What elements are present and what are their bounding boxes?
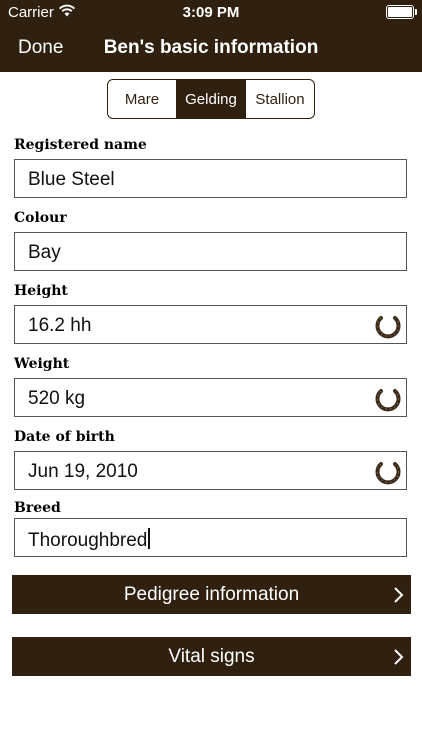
breed-field[interactable]: Thoroughbred	[14, 518, 407, 557]
navigation-bar: Carrier 3:09 PM Done Ben's basic informa…	[0, 0, 422, 72]
registered-name-value: Blue Steel	[28, 169, 115, 190]
vital-signs-label: Vital signs	[168, 645, 255, 667]
page-title-text: Ben's basic information	[103, 37, 319, 58]
breed-label: Breed	[14, 500, 61, 516]
breed-value-wrap: Thoroughbred	[28, 528, 151, 552]
text-cursor	[148, 528, 151, 549]
weight-value: 520 kg	[28, 388, 86, 409]
battery-icon	[386, 5, 417, 19]
horseshoe-icon[interactable]	[374, 458, 402, 486]
weight-field[interactable]: 520 kg	[14, 378, 407, 417]
segment-gelding[interactable]: Gelding	[177, 80, 246, 118]
horseshoe-icon[interactable]	[374, 312, 402, 340]
status-time: 3:09 PM	[182, 4, 240, 21]
weight-label: Weight	[14, 356, 70, 372]
status-bar: Carrier 3:09 PM	[0, 0, 422, 24]
segment-mare[interactable]: Mare	[108, 80, 177, 118]
colour-field[interactable]: Bay	[14, 232, 407, 271]
colour-value: Bay	[28, 242, 61, 263]
date-of-birth-label: Date of birth	[14, 429, 115, 445]
date-of-birth-value: Jun 19, 2010	[28, 461, 138, 482]
vital-signs-button[interactable]: Vital signs	[12, 637, 411, 676]
registered-name-field[interactable]: Blue Steel	[14, 159, 407, 198]
horseshoe-icon[interactable]	[374, 385, 402, 413]
colour-label: Colour	[14, 210, 67, 226]
segment-stallion[interactable]: Stallion	[246, 80, 314, 118]
chevron-right-icon	[393, 575, 405, 614]
breed-value: Thoroughbred	[28, 530, 148, 551]
registered-name-label: Registered name	[14, 137, 147, 153]
height-label: Height	[14, 283, 68, 299]
chevron-right-icon	[393, 637, 405, 676]
pedigree-information-label: Pedigree information	[123, 583, 300, 605]
date-of-birth-field[interactable]: Jun 19, 2010	[14, 451, 407, 490]
page-title: Ben's basic information	[0, 37, 422, 59]
height-field[interactable]: 16.2 hh	[14, 305, 407, 344]
height-value: 16.2 hh	[28, 315, 92, 336]
pedigree-information-button[interactable]: Pedigree information	[12, 575, 411, 614]
sex-segmented-control: Mare Gelding Stallion	[107, 79, 315, 119]
